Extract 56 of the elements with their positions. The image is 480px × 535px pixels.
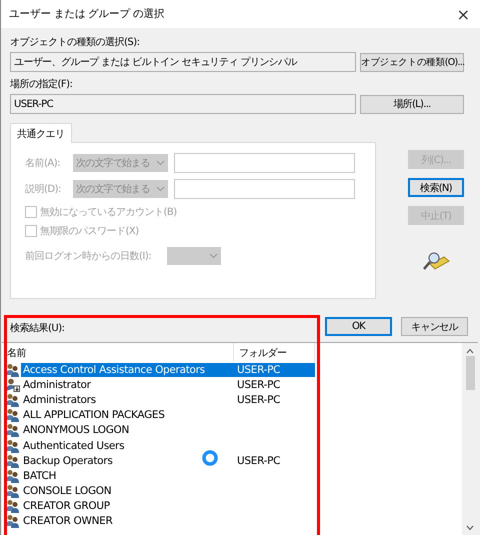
location-field: USER-PC	[10, 94, 356, 114]
object-type-button[interactable]: オブジェクトの種類(O)...	[360, 52, 464, 72]
group-icon	[6, 392, 20, 407]
location-label: 場所の指定(F):	[10, 78, 74, 92]
group-icon	[6, 484, 20, 498]
column-header[interactable]: 名前	[2, 343, 234, 362]
result-name[interactable]: Backup Operators	[21, 454, 114, 468]
field-label: 説明(D):	[25, 182, 62, 196]
result-name[interactable]: CREATOR OWNER	[21, 514, 114, 528]
result-name[interactable]: Authenticated Users	[21, 438, 126, 453]
result-name[interactable]: CREATOR GROUP	[21, 499, 112, 514]
field-label: 名前(A):	[25, 157, 62, 170]
group-icon	[6, 514, 20, 528]
tab[interactable]: 共通クエリ	[10, 123, 72, 143]
days-dropdown[interactable]	[167, 247, 222, 265]
chevron-icon	[209, 253, 218, 259]
object-type-field: ユーザー、グループ または ビルトイン セキュリティ プリンシパル	[10, 52, 356, 72]
column-header[interactable]: フォルダー	[234, 343, 315, 362]
result-name[interactable]: CONSOLE LOGON	[21, 484, 114, 498]
result-name[interactable]: Administrators	[21, 392, 98, 407]
scroll-thumb[interactable]	[466, 356, 474, 390]
chevron-icon	[156, 186, 165, 192]
result-name[interactable]: Access Control Assistance Operators	[21, 362, 234, 377]
query-input-field[interactable]	[174, 153, 355, 173]
days-label: 前回ログオン時からの日数(I):	[25, 250, 152, 263]
user-icon	[6, 378, 20, 392]
location-button[interactable]: 場所(L)...	[360, 94, 464, 114]
group-icon	[6, 423, 20, 438]
result-folder: USER-PC	[234, 362, 315, 377]
scrollbar[interactable]	[462, 343, 478, 535]
group-icon	[6, 438, 20, 453]
result-folder: USER-PC	[236, 378, 282, 392]
object-type-label: オブジェクトの種類の選択(S):	[10, 36, 141, 50]
group-icon	[6, 362, 20, 377]
group-icon	[6, 468, 20, 483]
search-icon	[422, 250, 450, 272]
results-label: 検索結果(U):	[10, 322, 64, 336]
group-icon	[6, 499, 20, 514]
group-icon	[6, 408, 20, 422]
side-button[interactable]: 検索(N)	[408, 178, 464, 197]
result-folder: USER-PC	[236, 454, 282, 468]
result-folder: USER-PC	[236, 392, 282, 407]
dialog-button[interactable]: OK	[325, 317, 392, 336]
scroll-up-icon[interactable]	[466, 348, 474, 354]
close-button[interactable]: ×	[456, 4, 470, 24]
result-name[interactable]: Administrator	[21, 378, 93, 392]
query-input-field[interactable]	[174, 179, 355, 199]
result-name[interactable]: ANONYMOUS LOGON	[21, 423, 132, 438]
group-icon	[6, 454, 20, 468]
window-title: ユーザー または グループ の選択	[9, 7, 165, 21]
scroll-down-icon[interactable]	[466, 525, 474, 531]
result-name[interactable]: BATCH	[21, 468, 58, 483]
busy-cursor-icon	[201, 449, 219, 467]
dialog-button[interactable]: キャンセル	[401, 317, 468, 336]
chevron-icon	[156, 160, 165, 166]
result-name[interactable]: ALL APPLICATION PACKAGES	[21, 408, 167, 422]
